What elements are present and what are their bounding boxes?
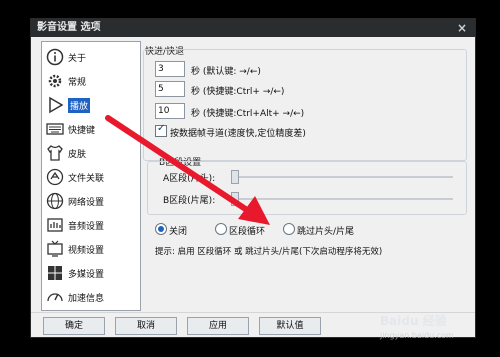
watermark-line2: jingyan.baidu.com [380,331,454,340]
a-segment-track[interactable] [233,176,453,178]
sidebar-item-label: 音频设置 [68,221,105,232]
settings-dialog: 影音设置 选项 × 关于 常规 播放 快捷键 皮肤 文件关联 网络设置 音频设置… [30,18,476,338]
radio-skip-label: 跳过片头/片尾 [297,227,355,237]
radio-loop[interactable] [215,223,227,235]
sidebar-item-label: 播放 [68,97,91,113]
tv-icon [47,240,63,257]
sidebar-item-playback[interactable]: 播放 [46,94,136,116]
info-icon [46,48,64,66]
sidebar-item-hotkeys[interactable]: 快捷键 [46,118,136,140]
sidebar-item-acceleration[interactable]: 加速信息 [46,286,136,308]
default-button[interactable]: 默认值 [259,317,321,335]
watermark-line1: Baidu 经验 [380,314,447,328]
sidebar-item-label: 视频设置 [68,245,105,256]
b-segment-thumb[interactable] [231,192,239,206]
sidebar-item-video[interactable]: 视频设置 [46,238,136,260]
ok-button[interactable]: 确定 [43,317,105,335]
baidu-watermark: Baidu 经验 jingyan.baidu.com [380,312,454,340]
sidebar-item-label: 关于 [68,53,87,64]
b-segment-track[interactable] [233,198,453,200]
seek-row-1-text: 秒 (默认键: →/←) [191,67,261,77]
sidebar-item-audio[interactable]: 音频设置 [46,214,136,236]
sidebar-item-label: 皮肤 [68,149,87,160]
sidebar-item-label: 快捷键 [68,125,96,136]
sidebar-item-about[interactable]: 关于 [46,46,136,68]
keyframe-seek-label: 按数据帧寻道(速度快,定位精度差) [170,129,306,139]
gear-icon [48,74,62,88]
sidebar-item-label: 多媒设置 [68,269,105,280]
playback-panel: 快进/快退 3 秒 (默认键: →/←) 5 秒 (快捷键:Ctrl+ →/←)… [143,41,469,309]
sidebar-item-label: 网络设置 [68,197,105,208]
a-segment-label: A区段(片头): [163,174,216,184]
keyboard-icon [46,123,64,135]
globe-icon [46,192,64,210]
seek-row-3-text: 秒 (快捷键:Ctrl+Alt+ →/←) [191,109,305,119]
seek-row-2-text: 秒 (快捷键:Ctrl+ →/←) [191,87,285,97]
radio-off[interactable] [155,223,167,235]
shirt-icon [47,145,63,161]
audio-icon [47,218,63,232]
title-bar[interactable]: 影音设置 选项 × [31,19,475,37]
sidebar-item-label: 文件关联 [68,173,105,184]
file-link-icon [46,168,64,186]
seek-seconds-input-2[interactable]: 5 [155,81,185,97]
a-segment-thumb[interactable] [231,170,239,184]
radio-off-label: 关闭 [169,227,188,237]
hint-text: 提示: 启用 区段循环 或 跳过片头/片尾(下次启动程序将无效) [155,247,383,257]
sidebar-item-file-assoc[interactable]: 文件关联 [46,166,136,188]
sidebar-item-skin[interactable]: 皮肤 [46,142,136,164]
keyframe-seek-checkbox[interactable] [155,123,167,137]
speedometer-icon [47,293,63,302]
sidebar-item-label: 加速信息 [68,293,105,304]
windows-icon [48,266,62,280]
sidebar-item-network[interactable]: 网络设置 [46,190,136,212]
sidebar-item-general[interactable]: 常规 [46,70,136,92]
play-icon [49,96,64,114]
sidebar: 关于 常规 播放 快捷键 皮肤 文件关联 网络设置 音频设置 视频设置 多媒设置… [41,41,141,311]
sidebar-item-multimedia[interactable]: 多媒设置 [46,262,136,284]
close-button[interactable]: × [457,19,467,37]
radio-loop-label: 区段循环 [229,227,266,237]
seek-seconds-input-1[interactable]: 3 [155,61,185,77]
b-segment-label: B区段(片尾): [163,196,216,206]
radio-skip[interactable] [283,223,295,235]
apply-button[interactable]: 应用 [187,317,249,335]
window-title: 影音设置 选项 [37,22,101,33]
cancel-button[interactable]: 取消 [115,317,177,335]
seek-seconds-input-3[interactable]: 10 [155,103,185,119]
sidebar-item-label: 常规 [68,77,87,88]
ab-group [147,161,467,215]
